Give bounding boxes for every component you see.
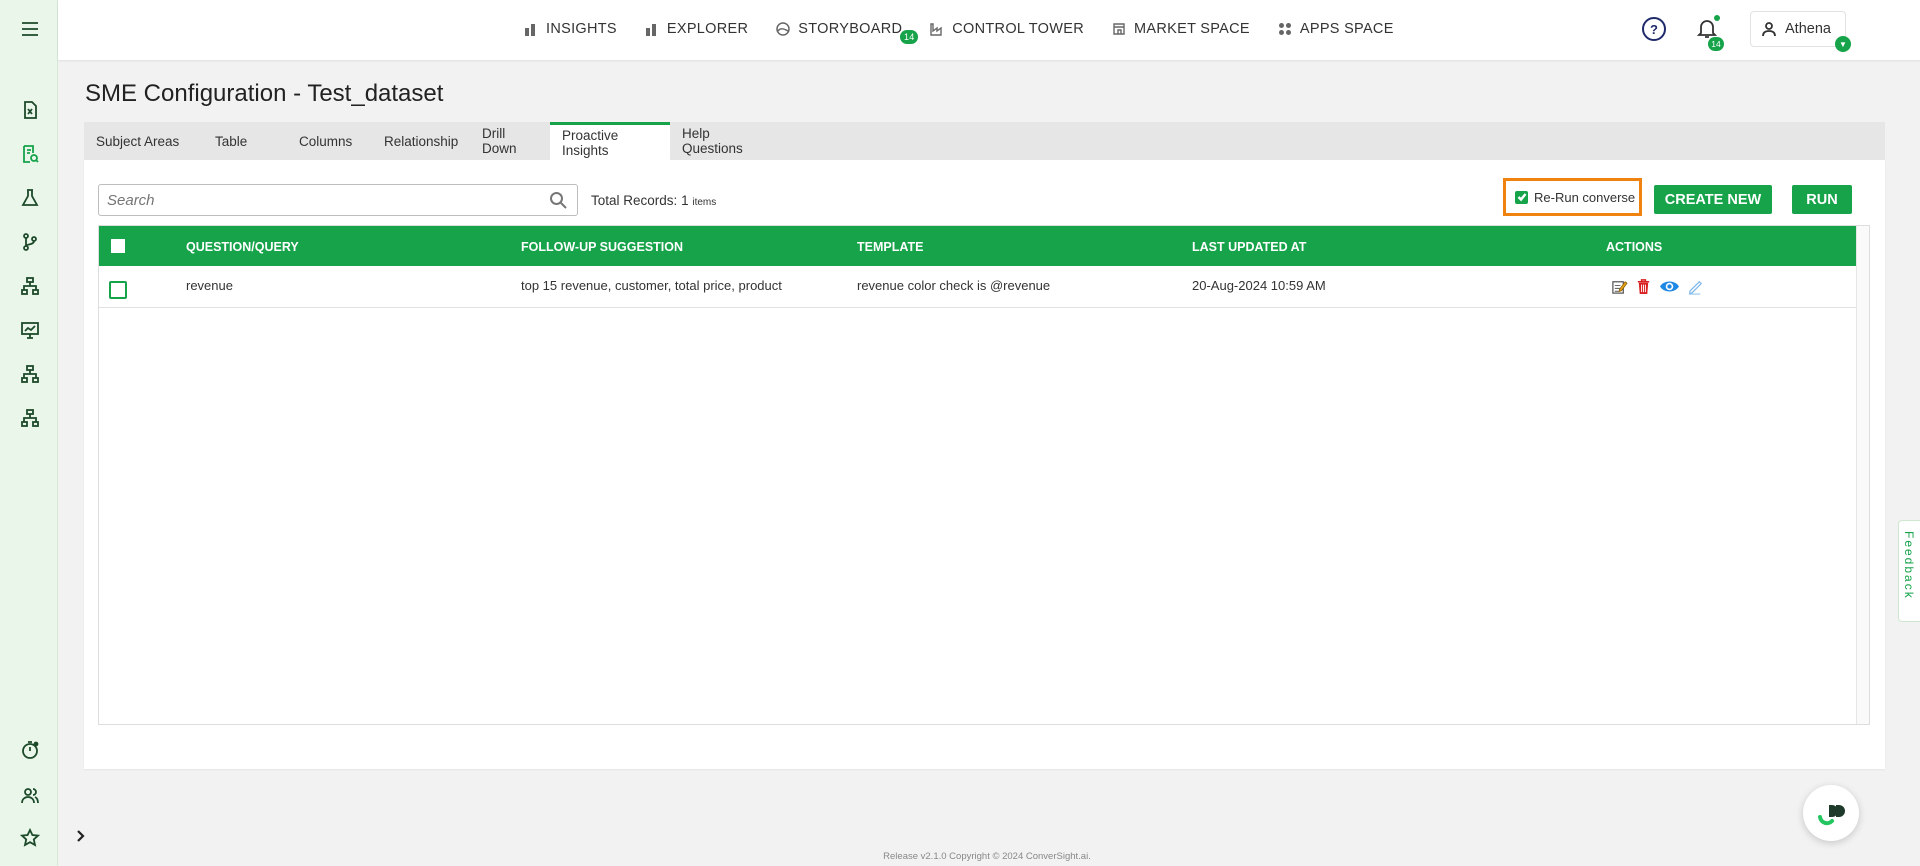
table-header: QUESTION/QUERY FOLLOW-UP SUGGESTION TEMP… — [99, 226, 1856, 266]
chevron-down-icon[interactable]: ▼ — [1835, 36, 1851, 52]
followup-cell: top 15 revenue, customer, total price, p… — [521, 278, 782, 293]
hierarchy-icon[interactable] — [19, 407, 41, 429]
nav-market-space[interactable]: MARKET SPACE — [1112, 21, 1250, 37]
delete-icon[interactable] — [1634, 277, 1652, 295]
nav-label: INSIGHTS — [546, 21, 617, 37]
nav-label: APPS SPACE — [1299, 21, 1394, 37]
insights-table: QUESTION/QUERY FOLLOW-UP SUGGESTION TEMP… — [98, 225, 1870, 725]
presentation-chart-icon[interactable] — [19, 319, 41, 341]
report-search-icon[interactable] — [19, 143, 41, 165]
tab-columns[interactable]: Columns — [287, 122, 372, 160]
bar-chart-icon — [645, 24, 656, 36]
rerun-label: Re-Run converse — [1534, 189, 1636, 205]
nav-storyboard[interactable]: STORYBOARD 14 — [776, 21, 919, 44]
search-icon[interactable] — [549, 191, 567, 209]
nav-label: STORYBOARD — [798, 21, 903, 37]
edit-secondary-icon[interactable] — [1686, 277, 1704, 295]
expand-sidebar-icon[interactable] — [74, 829, 90, 845]
hierarchy-icon[interactable] — [19, 363, 41, 385]
tab-table[interactable]: Table — [203, 122, 287, 160]
config-tabs: Subject Areas Table Columns Relationship… — [84, 122, 1885, 160]
total-unit: items — [692, 197, 717, 208]
create-new-button[interactable]: CREATE NEW — [1654, 185, 1772, 214]
column-header[interactable]: FOLLOW-UP SUGGESTION — [521, 240, 683, 254]
question-cell: revenue — [186, 278, 233, 293]
search-box — [98, 184, 578, 216]
chat-assistant-button[interactable] — [1803, 785, 1859, 841]
updated-cell: 20-Aug-2024 10:59 AM — [1192, 278, 1326, 293]
nav-insights[interactable]: INSIGHTS — [524, 21, 617, 37]
flask-icon[interactable] — [19, 187, 41, 209]
main-nav: INSIGHTS EXPLORER STORYBOARD 14 CONTROL … — [524, 0, 1394, 58]
menu-icon[interactable] — [19, 18, 41, 40]
proactive-insights-panel: Total Records: 1 items Re-Run converse C… — [84, 160, 1885, 769]
notification-dot — [1714, 15, 1720, 21]
help-icon[interactable]: ? — [1642, 17, 1666, 41]
total-records: Total Records: 1 items — [591, 193, 716, 208]
conversight-logo-icon — [1818, 805, 1845, 826]
user-menu[interactable]: Athena ▼ — [1750, 11, 1851, 52]
user-name: Athena — [1785, 21, 1831, 37]
git-branch-icon[interactable] — [19, 231, 41, 253]
bar-chart-icon — [525, 24, 535, 36]
feedback-tab[interactable]: Feedback — [1898, 520, 1920, 622]
nav-label: MARKET SPACE — [1134, 21, 1250, 37]
left-sidebar — [0, 0, 58, 866]
tab-proactive-insights[interactable]: Proactive Insights — [550, 122, 670, 160]
tab-subject-areas[interactable]: Subject Areas — [84, 122, 203, 160]
select-all-checkbox[interactable] — [111, 239, 125, 253]
users-icon[interactable] — [19, 784, 41, 806]
user-icon — [1762, 22, 1776, 37]
table-row[interactable]: revenue top 15 revenue, customer, total … — [99, 266, 1856, 308]
nav-label: CONTROL TOWER — [952, 21, 1084, 37]
nav-apps-space[interactable]: APPS SPACE — [1278, 21, 1394, 37]
row-checkbox[interactable] — [109, 281, 127, 299]
nav-explorer[interactable]: EXPLORER — [645, 21, 748, 37]
column-header[interactable]: TEMPLATE — [857, 240, 923, 254]
template-cell: revenue color check is @revenue — [857, 278, 1051, 293]
hierarchy-icon[interactable] — [19, 275, 41, 297]
top-navbar: INSIGHTS EXPLORER STORYBOARD 14 CONTROL … — [58, 0, 1920, 60]
search-input[interactable] — [99, 185, 549, 215]
nav-label: EXPLORER — [666, 21, 749, 37]
nav-control-tower[interactable]: CONTROL TOWER — [930, 21, 1084, 37]
factory-icon — [930, 23, 942, 36]
store-icon — [1113, 23, 1125, 35]
timer-icon[interactable] — [19, 739, 41, 761]
column-header[interactable]: QUESTION/QUERY — [186, 240, 299, 254]
notifications-badge: 14 — [1708, 37, 1724, 51]
footer-copyright: Release v2.1.0 Copyright © 2024 ConverSi… — [883, 851, 1091, 862]
storyboard-icon — [776, 22, 791, 36]
storyboard-badge: 14 — [900, 30, 919, 44]
checkbox-checked-icon[interactable] — [1515, 190, 1528, 204]
tab-relationship[interactable]: Relationship — [372, 122, 470, 160]
total-count: 1 — [681, 193, 689, 208]
tab-help-questions[interactable]: Help Questions — [670, 122, 770, 160]
row-actions — [1610, 277, 1704, 295]
excel-file-icon[interactable] — [19, 99, 41, 121]
grid-icon — [1278, 23, 1291, 35]
column-header[interactable]: LAST UPDATED AT — [1192, 240, 1306, 254]
feedback-label: Feedback — [1902, 531, 1916, 600]
notifications-button[interactable]: 14 — [1696, 15, 1724, 51]
run-button[interactable]: RUN — [1792, 185, 1852, 214]
star-icon[interactable] — [19, 827, 41, 849]
total-label: Total Records: — [591, 193, 678, 208]
view-icon[interactable] — [1658, 277, 1680, 295]
page-title: SME Configuration - Test_dataset — [85, 80, 444, 107]
edit-icon[interactable] — [1610, 277, 1628, 295]
tab-drill-down[interactable]: Drill Down — [470, 122, 550, 160]
vertical-scrollbar[interactable] — [1856, 226, 1869, 724]
rerun-converse-checkbox[interactable]: Re-Run converse — [1503, 178, 1642, 216]
column-header: ACTIONS — [1606, 240, 1663, 254]
